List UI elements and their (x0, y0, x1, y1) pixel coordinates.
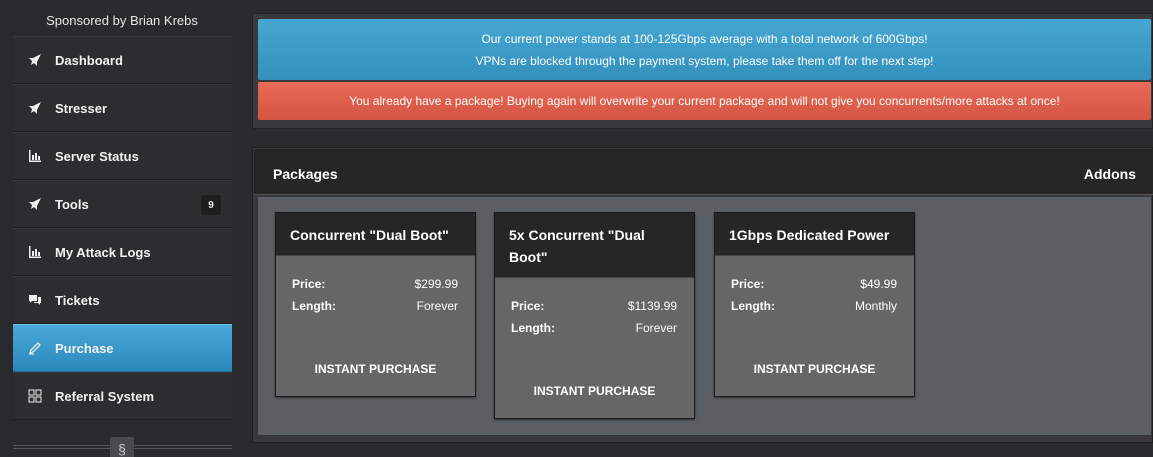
package-name: 1Gbps Dedicated Power (715, 213, 914, 256)
length-label: Length: (731, 299, 775, 313)
package-name: 5x Concurrent "Dual Boot" (495, 213, 694, 278)
package-card: 1Gbps Dedicated Power Price: $49.99 Leng… (714, 212, 915, 397)
bar-chart-icon (27, 148, 43, 164)
addons-tab[interactable]: Addons (1084, 166, 1136, 182)
sidebar-item-label: Purchase (55, 340, 114, 356)
sidebar-item-label: Dashboard (55, 52, 123, 68)
instant-purchase-button[interactable]: INSTANT PURCHASE (276, 362, 475, 376)
tools-count-badge: 9 (201, 195, 221, 215)
info-alert-line-2: VPNs are blocked through the payment sys… (475, 53, 934, 68)
price-row: Price: $299.99 (276, 273, 475, 295)
length-value: Forever (635, 321, 677, 335)
instant-purchase-button[interactable]: INSTANT PURCHASE (715, 362, 914, 376)
price-row: Price: $49.99 (715, 273, 914, 295)
packages-title: Packages (273, 166, 338, 182)
rocket-icon (27, 100, 43, 116)
length-row: Length: Forever (495, 317, 694, 339)
rocket-icon (27, 52, 43, 68)
instant-purchase-button[interactable]: INSTANT PURCHASE (495, 384, 694, 398)
sidebar-item-tools[interactable]: Tools 9 (13, 180, 232, 228)
chat-bubbles-icon (27, 292, 43, 308)
price-value: $49.99 (860, 277, 897, 291)
package-card: 5x Concurrent "Dual Boot" Price: $1139.9… (494, 212, 695, 419)
packages-header: Packages Addons (254, 149, 1153, 195)
sidebar-item-label: Server Status (55, 148, 139, 164)
length-label: Length: (511, 321, 555, 335)
sidebar-collapse-button[interactable]: § (110, 437, 134, 457)
sidebar-item-stresser[interactable]: Stresser (13, 84, 232, 132)
price-label: Price: (731, 277, 765, 291)
sidebar-item-dashboard[interactable]: Dashboard (13, 36, 232, 84)
info-alert-line-1: Our current power stands at 100-125Gbps … (481, 31, 928, 46)
package-card: Concurrent "Dual Boot" Price: $299.99 Le… (275, 212, 476, 397)
pencil-icon (27, 340, 43, 356)
sponsor-text: Sponsored by Brian Krebs (46, 13, 198, 28)
sidebar-item-label: Referral System (55, 388, 154, 404)
price-value: $299.99 (414, 277, 458, 291)
bar-chart-icon (27, 244, 43, 260)
sidebar-item-server-status[interactable]: Server Status (13, 132, 232, 180)
length-label: Length: (292, 299, 336, 313)
grid-icon (27, 388, 43, 404)
sidebar-item-tickets[interactable]: Tickets (13, 276, 232, 324)
info-alert: Our current power stands at 100-125Gbps … (258, 19, 1151, 80)
danger-alert: You already have a package! Buying again… (258, 82, 1151, 120)
sidebar-item-label: My Attack Logs (55, 244, 151, 260)
sidebar-item-label: Stresser (55, 100, 108, 116)
price-label: Price: (511, 299, 545, 313)
length-row: Length: Monthly (715, 295, 914, 317)
rocket-icon (27, 196, 43, 212)
sidebar-item-label: Tickets (55, 292, 100, 308)
price-row: Price: $1139.99 (495, 295, 694, 317)
price-value: $1139.99 (627, 299, 677, 313)
sidebar-nav: Dashboard Stresser Server Status Tools 9 (13, 36, 232, 420)
sidebar-item-purchase[interactable]: Purchase (13, 324, 232, 372)
sidebar: Sponsored by Brian Krebs Dashboard Stres… (0, 0, 244, 457)
length-value: Forever (416, 299, 458, 313)
price-label: Price: (292, 277, 326, 291)
sidebar-item-referral-system[interactable]: Referral System (13, 372, 232, 420)
sidebar-item-label: Tools (55, 196, 89, 212)
length-value: Monthly (854, 299, 897, 313)
length-row: Length: Forever (276, 295, 475, 317)
package-name: Concurrent "Dual Boot" (276, 213, 475, 256)
sidebar-item-my-attack-logs[interactable]: My Attack Logs (13, 228, 232, 276)
